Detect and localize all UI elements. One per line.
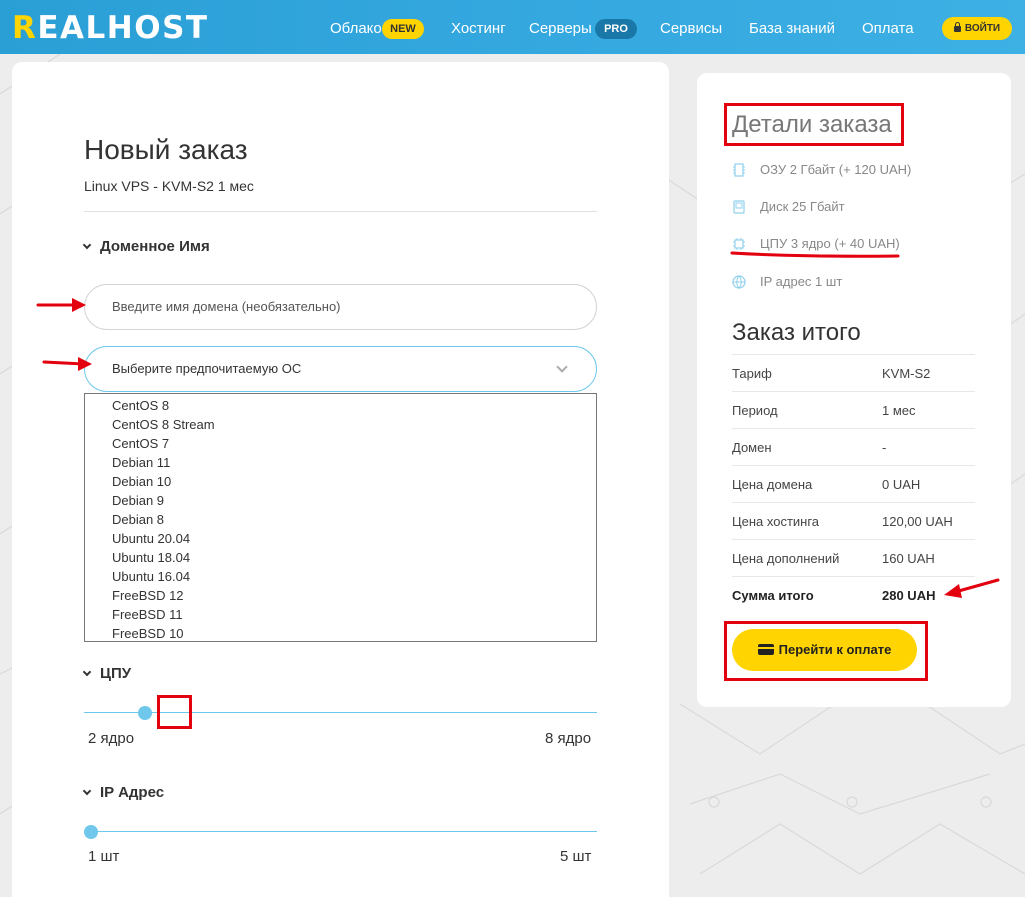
os-select[interactable]: Выберите предпочитаемую ОС — [84, 346, 597, 392]
summary-row-tariff: Тариф KVM-S2 — [732, 354, 975, 391]
summary-row-hosting-price: Цена хостинга 120,00 UAH — [732, 502, 975, 539]
annotation-box-cpu-slider — [157, 695, 192, 729]
domain-input[interactable]: Введите имя домена (необязательно) — [84, 284, 597, 330]
cpu-max-label: 8 ядро — [545, 730, 592, 747]
ip-slider-track[interactable] — [84, 831, 597, 832]
page-title: Новый заказ — [84, 134, 248, 165]
site-header: REALHOST Облако NEW Хостинг Серверы PRO … — [0, 0, 1025, 54]
os-option[interactable]: Debian 8 — [85, 510, 596, 529]
divider — [84, 211, 597, 212]
lock-icon — [953, 22, 961, 32]
summary-row-domain: Домен - — [732, 428, 975, 465]
cpu-slider-thumb[interactable] — [137, 706, 152, 720]
os-option[interactable]: Ubuntu 16.04 — [85, 567, 596, 586]
summary-row-period: Период 1 мес — [732, 391, 975, 428]
feature-disk: Диск 25 Гбайт — [732, 199, 845, 214]
ip-section-header[interactable]: IP Адрес — [82, 784, 164, 801]
ip-min-label: 1 шт — [88, 848, 120, 865]
login-button[interactable]: ВОЙТИ — [942, 17, 1012, 40]
chevron-down-icon — [82, 240, 92, 250]
ip-slider-thumb[interactable] — [84, 825, 98, 839]
cpu-icon — [733, 238, 745, 250]
order-total-title: Заказ итого — [732, 319, 861, 346]
summary-row-addons-price: Цена дополнений 160 UAH — [732, 539, 975, 576]
nav-knowledge-base[interactable]: База знаний — [749, 20, 835, 37]
ram-icon — [733, 163, 745, 177]
ip-max-label: 5 шт — [560, 848, 592, 865]
feature-ip: IP адрес 1 шт — [732, 274, 842, 289]
order-form-card: Новый заказ Linux VPS - KVM-S2 1 мес Дом… — [12, 62, 669, 897]
os-option[interactable]: Ubuntu 20.04 — [85, 529, 596, 548]
os-dropdown-list: CentOS 8 CentOS 8 Stream CentOS 7 Debian… — [84, 393, 597, 642]
pro-badge: PRO — [595, 19, 637, 39]
os-option[interactable]: FreeBSD 10 — [85, 624, 596, 643]
os-option[interactable]: Debian 9 — [85, 491, 596, 510]
nav-payment[interactable]: Оплата — [862, 20, 914, 37]
chevron-down-icon — [82, 786, 92, 796]
os-option[interactable]: CentOS 7 — [85, 434, 596, 453]
summary-row-domain-price: Цена домена 0 UAH — [732, 465, 975, 502]
annotation-box-details-title — [724, 103, 904, 146]
os-option[interactable]: CentOS 8 Stream — [85, 415, 596, 434]
nav-cloud[interactable]: Облако — [330, 20, 382, 37]
os-option[interactable]: FreeBSD 11 — [85, 605, 596, 624]
new-badge: NEW — [382, 19, 424, 39]
domain-section-header[interactable]: Доменное Имя — [82, 238, 210, 255]
os-option[interactable]: Debian 10 — [85, 472, 596, 491]
os-option[interactable]: Debian 11 — [85, 453, 596, 472]
nav-hosting[interactable]: Хостинг — [451, 20, 506, 37]
os-option[interactable]: FreeBSD 12 — [85, 586, 596, 605]
globe-icon — [732, 275, 746, 289]
feature-ram: ОЗУ 2 Гбайт (+ 120 UAH) — [732, 162, 911, 177]
order-details-card: Детали заказа ОЗУ 2 Гбайт (+ 120 UAH) Ди… — [697, 73, 1011, 707]
chevron-down-icon — [556, 361, 568, 373]
os-option[interactable]: Ubuntu 18.04 — [85, 548, 596, 567]
nav-servers[interactable]: Серверы — [529, 20, 592, 37]
annotation-box-pay-button — [724, 621, 928, 681]
cpu-min-label: 2 ядро — [88, 730, 135, 747]
cpu-section-header[interactable]: ЦПУ — [82, 665, 131, 682]
order-subtitle: Linux VPS - KVM-S2 1 мес — [84, 178, 254, 194]
feature-cpu: ЦПУ 3 ядро (+ 40 UAH) — [732, 236, 900, 251]
chevron-down-icon — [82, 667, 92, 677]
disk-icon — [733, 200, 745, 214]
os-option[interactable]: CentOS 8 — [85, 396, 596, 415]
summary-row-total: Сумма итого 280 UAH — [732, 576, 975, 613]
nav-services[interactable]: Сервисы — [660, 20, 722, 37]
main-nav: Облако NEW Хостинг Серверы PRO Сервисы Б… — [0, 0, 1025, 54]
